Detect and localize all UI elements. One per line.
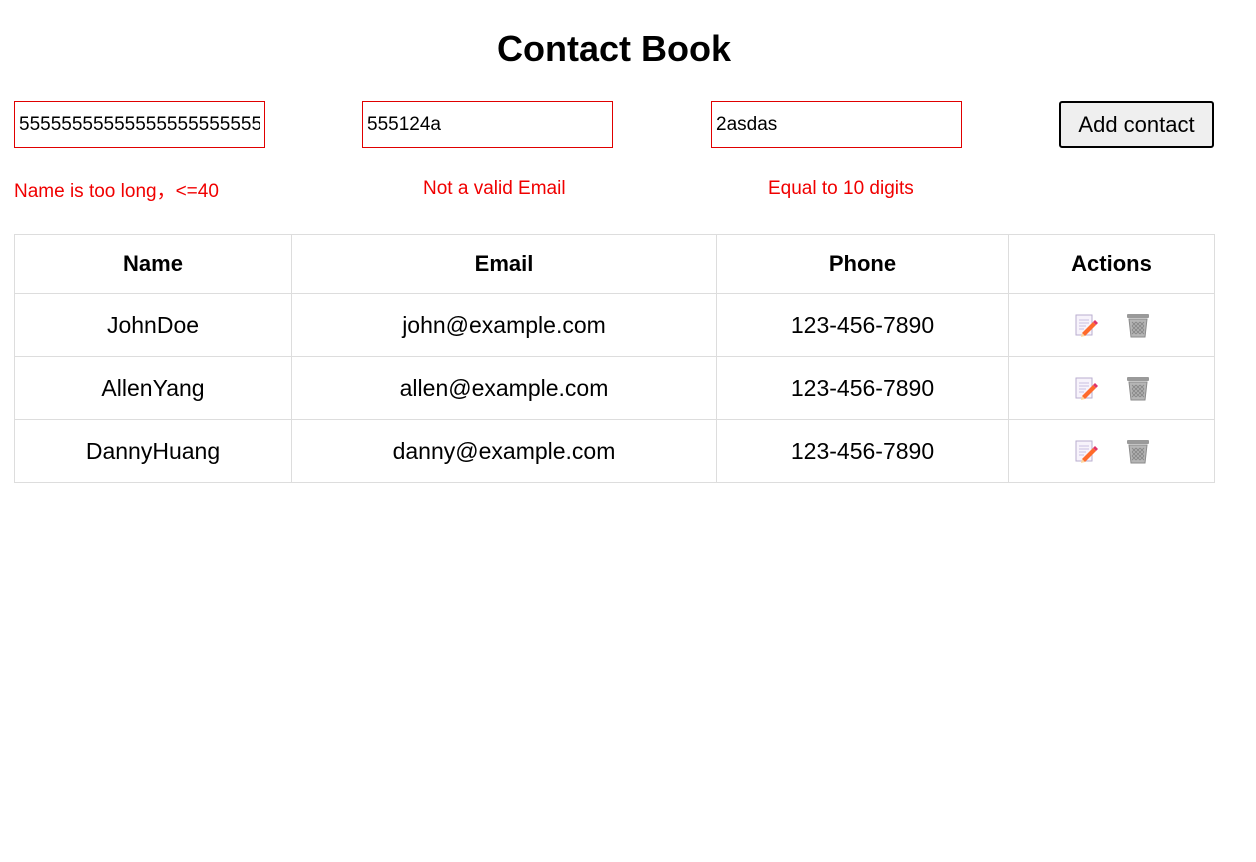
table-row: DannyHuang danny@example.com 123-456-789… bbox=[14, 419, 1215, 483]
cell-actions bbox=[1008, 419, 1215, 483]
name-error-message: Name is too long，<=40 bbox=[14, 181, 219, 202]
email-input[interactable] bbox=[362, 101, 613, 148]
contact-book-page: Contact Book Add contact Name is too lon… bbox=[0, 0, 1256, 862]
table-row: JohnDoe john@example.com 123-456-7890 bbox=[14, 293, 1215, 357]
table-header-row: Name Email Phone Actions bbox=[14, 234, 1215, 294]
header-actions: Actions bbox=[1008, 234, 1215, 294]
cell-name: JohnDoe bbox=[14, 293, 292, 357]
trash-icon[interactable] bbox=[1123, 373, 1153, 403]
cell-name: AllenYang bbox=[14, 356, 292, 420]
table-row: AllenYang allen@example.com 123-456-7890 bbox=[14, 356, 1215, 420]
trash-icon[interactable] bbox=[1123, 310, 1153, 340]
name-input[interactable] bbox=[14, 101, 265, 148]
cell-actions bbox=[1008, 293, 1215, 357]
cell-email: allen@example.com bbox=[291, 356, 717, 420]
cell-phone: 123-456-7890 bbox=[716, 356, 1009, 420]
cell-phone: 123-456-7890 bbox=[716, 419, 1009, 483]
trash-icon[interactable] bbox=[1123, 436, 1153, 466]
header-email: Email bbox=[291, 234, 717, 294]
edit-icon[interactable] bbox=[1070, 310, 1100, 340]
cell-email: john@example.com bbox=[291, 293, 717, 357]
header-phone: Phone bbox=[716, 234, 1009, 294]
cell-actions bbox=[1008, 356, 1215, 420]
cell-name: DannyHuang bbox=[14, 419, 292, 483]
header-name: Name bbox=[14, 234, 292, 294]
edit-icon[interactable] bbox=[1070, 436, 1100, 466]
contacts-table: Name Email Phone Actions JohnDoe john@ex… bbox=[14, 234, 1215, 483]
cell-phone: 123-456-7890 bbox=[716, 293, 1009, 357]
edit-icon[interactable] bbox=[1070, 373, 1100, 403]
email-error-message: Not a valid Email bbox=[423, 178, 566, 199]
add-contact-button[interactable]: Add contact bbox=[1059, 101, 1214, 148]
phone-error-message: Equal to 10 digits bbox=[768, 178, 914, 199]
cell-email: danny@example.com bbox=[291, 419, 717, 483]
page-title: Contact Book bbox=[497, 28, 731, 69]
phone-input[interactable] bbox=[711, 101, 962, 148]
